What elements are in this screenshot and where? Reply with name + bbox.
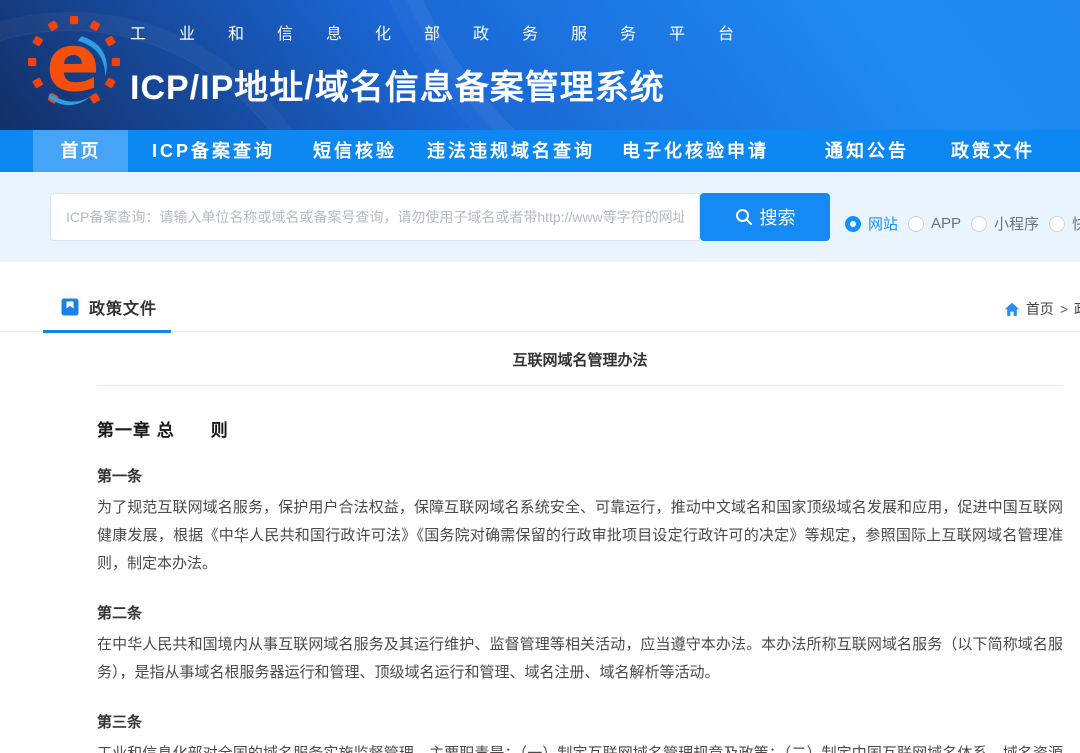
- search-icon: [735, 208, 753, 226]
- search-band: 搜索 网站 APP 小程序 快应用: [0, 172, 1080, 262]
- site-header: e 工业和信息化部政务服务平台 ICP/IP地址/域名信息备案管理系统: [0, 0, 1080, 130]
- nav-item-sms-verify[interactable]: 短信核验: [313, 130, 397, 172]
- section-header: 政策文件 首页 > 政策文件: [0, 282, 1080, 332]
- icp-search-input[interactable]: [50, 193, 700, 241]
- article-text: 在中华人民共和国境内从事互联网域名服务及其运行维护、监督管理等相关活动，应当遵守…: [97, 631, 1063, 687]
- radio-quick-app[interactable]: 快应用: [1049, 213, 1080, 234]
- radio-dot-icon: [845, 216, 861, 232]
- radio-mini-program[interactable]: 小程序: [971, 213, 1039, 234]
- article-label: 第三条: [97, 711, 1063, 732]
- nav-item-e-verify-apply[interactable]: 电子化核验申请: [622, 130, 769, 172]
- article-text: 为了规范互联网域名服务，保护用户合法权益，保障互联网域名系统安全、可靠运行，推动…: [97, 494, 1063, 578]
- radio-dot-icon: [971, 216, 987, 232]
- miit-gear-e-logo-icon: e: [28, 8, 120, 116]
- radio-dot-icon: [1049, 216, 1065, 232]
- nav-item-home[interactable]: 首页: [33, 130, 128, 172]
- home-icon: [1004, 302, 1020, 317]
- document-body: 互联网域名管理办法 第一章 总 则 第一条 为了规范互联网域名服务，保护用户合法…: [97, 349, 1063, 753]
- radio-app[interactable]: APP: [908, 215, 961, 232]
- radio-dot-icon: [908, 216, 924, 232]
- article-1: 第一条 为了规范互联网域名服务，保护用户合法权益，保障互联网域名系统安全、可靠运…: [97, 465, 1063, 578]
- main-nav: 首页 ICP备案查询 短信核验 违法违规域名查询 电子化核验申请 通知公告 政策…: [0, 130, 1080, 172]
- nav-item-policy-docs[interactable]: 政策文件: [951, 130, 1035, 172]
- system-title: ICP/IP地址/域名信息备案管理系统: [130, 60, 767, 109]
- title-divider: [97, 385, 1063, 386]
- document-title: 互联网域名管理办法: [97, 349, 1063, 370]
- breadcrumb-current: 政策文件: [1074, 299, 1080, 319]
- section-title-underline: [43, 330, 171, 333]
- search-button[interactable]: 搜索: [700, 193, 830, 241]
- nav-item-notices[interactable]: 通知公告: [825, 130, 909, 172]
- article-text: 工业和信息化部对全国的域名服务实施监督管理，主要职责是：（一）制定互联网域名管理…: [97, 740, 1063, 753]
- radio-website[interactable]: 网站: [845, 213, 898, 234]
- nav-item-icp-query[interactable]: ICP备案查询: [152, 130, 275, 172]
- page: e 工业和信息化部政务服务平台 ICP/IP地址/域名信息备案管理系统 首页 I…: [0, 0, 1080, 753]
- article-label: 第一条: [97, 465, 1063, 486]
- article-3: 第三条 工业和信息化部对全国的域名服务实施监督管理，主要职责是：（一）制定互联网…: [97, 711, 1063, 753]
- breadcrumb: 首页 > 政策文件: [1004, 299, 1080, 319]
- article-2: 第二条 在中华人民共和国境内从事互联网域名服务及其运行维护、监督管理等相关活动，…: [97, 602, 1063, 687]
- content-area: 政策文件 首页 > 政策文件 互联网域名管理办法 第一章 总 则 第一条 为了规…: [0, 282, 1080, 753]
- search-type-radio-group: 网站 APP 小程序 快应用: [845, 213, 1080, 234]
- svg-text:e: e: [46, 18, 100, 110]
- article-label: 第二条: [97, 602, 1063, 623]
- platform-title: 工业和信息化部政务服务平台: [130, 20, 767, 44]
- chapter-title: 第一章 总 则: [97, 416, 1063, 441]
- breadcrumb-home-link[interactable]: 首页: [1026, 299, 1054, 319]
- breadcrumb-separator: >: [1060, 301, 1068, 317]
- search-button-label: 搜索: [760, 204, 796, 230]
- section-title: 政策文件: [89, 295, 157, 319]
- nav-item-illegal-domain-query[interactable]: 违法违规域名查询: [427, 130, 595, 172]
- policy-doc-icon: [60, 297, 80, 317]
